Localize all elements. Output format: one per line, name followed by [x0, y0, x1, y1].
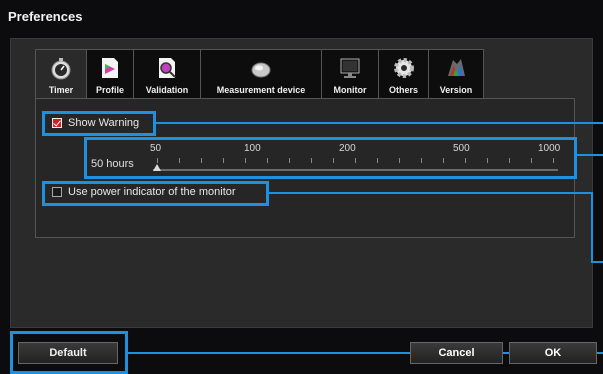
gear-icon: [392, 56, 416, 80]
monitor-icon: [338, 56, 362, 80]
tab-monitor[interactable]: Monitor: [322, 50, 379, 99]
ok-button[interactable]: OK: [509, 342, 597, 364]
tab-label: Timer: [48, 85, 74, 95]
callout-box-power-indicator: [42, 181, 269, 206]
callout-box-show-warning: [42, 111, 156, 136]
callout-line-power-indicator-end: [591, 261, 603, 263]
callout-line-power-indicator-v: [591, 192, 593, 263]
preferences-dialog: Preferences Timer Profile Validation Mea…: [0, 0, 603, 374]
tab-label: Others: [388, 85, 418, 95]
validation-icon: [155, 56, 179, 80]
sensor-icon: [249, 56, 273, 80]
callout-line-show-warning: [156, 122, 603, 124]
tab-validation[interactable]: Validation: [134, 50, 201, 99]
tab-label: Version: [439, 85, 473, 95]
callout-box-slider: [84, 137, 577, 179]
version-icon: [444, 56, 468, 80]
callout-line-slider: [577, 154, 603, 156]
tab-timer[interactable]: Timer: [36, 50, 87, 99]
tab-version[interactable]: Version: [429, 50, 483, 99]
tab-measurement-device[interactable]: Measurement device: [201, 50, 322, 99]
tab-label: Validation: [145, 85, 189, 95]
tab-label: Measurement device: [216, 85, 306, 95]
callout-box-default: [10, 331, 128, 374]
profile-icon: [98, 56, 122, 80]
tab-label: Profile: [95, 85, 124, 95]
tab-profile[interactable]: Profile: [87, 50, 134, 99]
stopwatch-icon: [49, 56, 73, 80]
cancel-button[interactable]: Cancel: [410, 342, 503, 364]
dialog-title: Preferences: [8, 9, 83, 24]
tab-bar: Timer Profile Validation Measurement dev…: [35, 49, 484, 99]
tab-others[interactable]: Others: [379, 50, 429, 99]
tab-label: Monitor: [333, 85, 367, 95]
callout-line-power-indicator-h: [269, 192, 592, 194]
